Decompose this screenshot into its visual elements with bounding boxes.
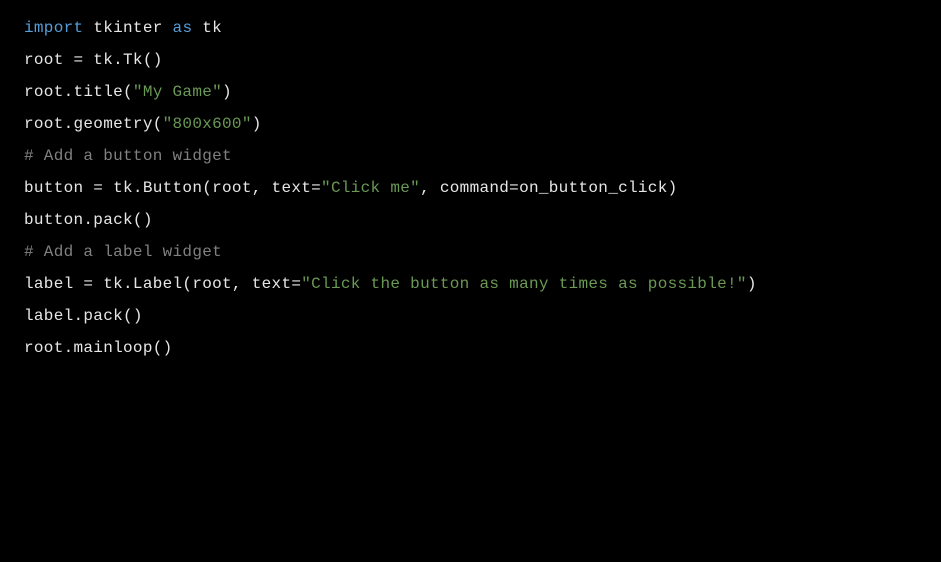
- code-line-15: root.mainloop(): [24, 332, 917, 364]
- import-keyword: import: [24, 19, 83, 37]
- as-keyword: as: [173, 19, 193, 37]
- code-line-1: import tkinter as tk: [24, 12, 917, 44]
- string-literal: "My Game": [133, 83, 222, 101]
- code-line-3: root = tk.Tk(): [24, 44, 917, 76]
- code-line-4: root.title("My Game"): [24, 76, 917, 108]
- code-line-12: label = tk.Label(root, text="Click the b…: [24, 268, 917, 300]
- alias-name: tk: [192, 19, 222, 37]
- comment: # Add a button widget: [24, 147, 232, 165]
- code-line-7: # Add a button widget: [24, 140, 917, 172]
- code-line-8: button = tk.Button(root, text="Click me"…: [24, 172, 917, 204]
- string-literal: "Click the button as many times as possi…: [301, 275, 747, 293]
- string-literal: "800x600": [163, 115, 252, 133]
- code-line-11: # Add a label widget: [24, 236, 917, 268]
- code-block: import tkinter as tk root = tk.Tk() root…: [24, 12, 917, 364]
- code-line-5: root.geometry("800x600"): [24, 108, 917, 140]
- code-line-9: button.pack(): [24, 204, 917, 236]
- comment: # Add a label widget: [24, 243, 222, 261]
- code-line-13: label.pack(): [24, 300, 917, 332]
- module-name: tkinter: [83, 19, 172, 37]
- string-literal: "Click me": [321, 179, 420, 197]
